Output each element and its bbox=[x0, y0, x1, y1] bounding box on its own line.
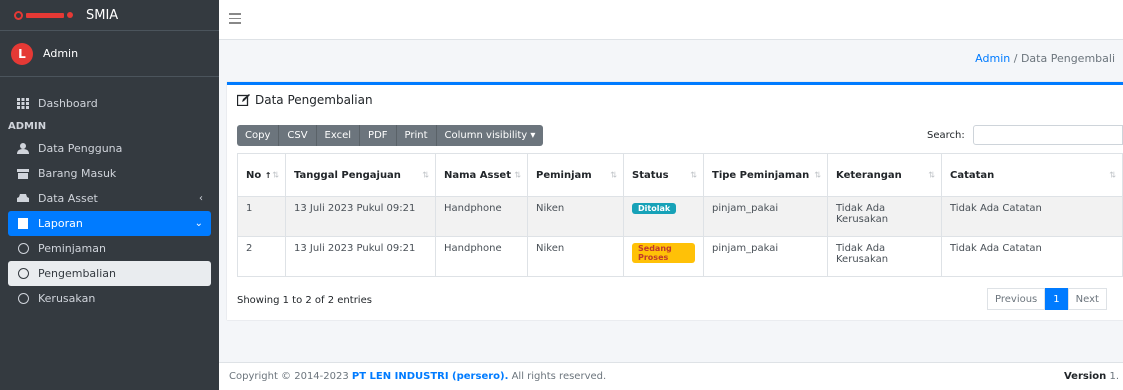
avatar: L bbox=[11, 42, 33, 65]
sidebar-item-data-asset[interactable]: Data Asset ‹ bbox=[8, 186, 211, 211]
column-header-keterangan[interactable]: Keterangan ⇅ bbox=[827, 153, 942, 197]
column-header-tipe[interactable]: Tipe Peminjaman ⇅ bbox=[703, 153, 828, 197]
cell-peminjam: Niken bbox=[527, 196, 624, 237]
sidebar-item-label: Data Asset bbox=[38, 192, 98, 205]
breadcrumb-current: Data Pengembali bbox=[1020, 52, 1115, 65]
table-row: 2 13 Juli 2023 Pukul 09:21 Handphone Nik… bbox=[237, 236, 1123, 277]
cell-nama-asset: Handphone bbox=[435, 196, 528, 237]
status-badge: Sedang Proses bbox=[632, 243, 695, 263]
circle-icon bbox=[16, 243, 30, 255]
sidebar-item-laporan[interactable]: Laporan ⌄ bbox=[8, 211, 211, 236]
car-icon bbox=[16, 193, 30, 205]
breadcrumb-separator: / bbox=[1013, 52, 1018, 65]
column-header-no[interactable]: No ↑ ⇅ bbox=[237, 153, 286, 197]
pagination: Previous 1 Next bbox=[987, 288, 1107, 310]
inbox-icon bbox=[16, 168, 30, 180]
sidebar-item-label: Data Pengguna bbox=[38, 142, 123, 155]
sidebar-item-label: Dashboard bbox=[38, 97, 98, 110]
circle-icon bbox=[16, 268, 30, 280]
excel-button[interactable]: Excel bbox=[316, 125, 361, 146]
cell-status: Ditolak bbox=[623, 196, 704, 237]
cell-no: 2 bbox=[237, 236, 286, 277]
data-card: Data Pengembalian Copy CSV Excel PDF Pri… bbox=[227, 82, 1123, 320]
print-button[interactable]: Print bbox=[396, 125, 437, 146]
company-link[interactable]: PT LEN INDUSTRI (persero). bbox=[352, 371, 508, 382]
breadcrumb-home[interactable]: Admin bbox=[975, 52, 1010, 65]
sidebar-item-label: Barang Masuk bbox=[38, 167, 117, 180]
cell-catatan: Tidak Ada Catatan bbox=[941, 196, 1123, 237]
pdf-button[interactable]: PDF bbox=[360, 125, 397, 146]
export-button-group: Copy CSV Excel PDF Print Column visibili… bbox=[237, 125, 544, 146]
brand-name: SMIA bbox=[86, 7, 119, 23]
grid-icon bbox=[16, 98, 30, 110]
table-row: 1 13 Juli 2023 Pukul 09:21 Handphone Nik… bbox=[237, 196, 1123, 237]
search-input[interactable] bbox=[973, 125, 1123, 145]
cell-keterangan: Tidak Ada Kerusakan bbox=[827, 236, 942, 277]
copy-button[interactable]: Copy bbox=[237, 125, 280, 146]
data-table: No ↑ ⇅ Tanggal Pengajuan ⇅ Nama Asset ⇅ Pem… bbox=[237, 153, 1123, 277]
sidebar-item-dashboard[interactable]: Dashboard bbox=[8, 91, 211, 116]
cell-keterangan: Tidak Ada Kerusakan bbox=[827, 196, 942, 237]
cell-status: Sedang Proses bbox=[623, 236, 704, 277]
user-icon bbox=[16, 143, 30, 155]
file-icon bbox=[16, 218, 30, 230]
chevron-left-icon: ‹ bbox=[199, 193, 203, 204]
card-title-text: Data Pengembalian bbox=[255, 93, 373, 107]
next-page-button[interactable]: Next bbox=[1067, 288, 1107, 310]
top-navbar bbox=[219, 0, 1123, 40]
sidebar-item-label: Kerusakan bbox=[38, 292, 96, 305]
footer-copyright: Copyright © 2014-2023 PT LEN INDUSTRI (p… bbox=[229, 371, 607, 382]
edit-icon bbox=[236, 94, 250, 107]
sidebar-item-pengembalian[interactable]: Pengembalian bbox=[8, 261, 211, 286]
column-header-tanggal[interactable]: Tanggal Pengajuan ⇅ bbox=[285, 153, 436, 197]
sidebar-item-barang-masuk[interactable]: Barang Masuk bbox=[8, 161, 211, 186]
column-header-peminjam[interactable]: Peminjam ⇅ bbox=[527, 153, 624, 197]
column-header-nama-asset[interactable]: Nama Asset ⇅ bbox=[435, 153, 528, 197]
sidebar-item-label: Laporan bbox=[38, 217, 83, 230]
footer: Copyright © 2014-2023 PT LEN INDUSTRI (p… bbox=[219, 362, 1123, 390]
sidebar-header-admin: ADMIN bbox=[8, 120, 47, 132]
csv-button[interactable]: CSV bbox=[279, 125, 317, 146]
search-label: Search: bbox=[927, 130, 965, 141]
sidebar-item-kerusakan[interactable]: Kerusakan bbox=[8, 286, 211, 311]
sidebar-item-label: Pengembalian bbox=[38, 267, 116, 280]
brand-logo bbox=[14, 10, 84, 20]
cell-tipe: pinjam_pakai bbox=[703, 196, 828, 237]
cell-tipe: pinjam_pakai bbox=[703, 236, 828, 277]
card-title: Data Pengembalian bbox=[236, 93, 373, 107]
cell-catatan: Tidak Ada Catatan bbox=[941, 236, 1123, 277]
page-1-button[interactable]: 1 bbox=[1045, 288, 1068, 310]
brand[interactable]: SMIA bbox=[0, 0, 219, 31]
cell-tanggal: 13 Juli 2023 Pukul 09:21 bbox=[285, 196, 436, 237]
cell-peminjam: Niken bbox=[527, 236, 624, 277]
cell-tanggal: 13 Juli 2023 Pukul 09:21 bbox=[285, 236, 436, 277]
sidebar-item-label: Peminjaman bbox=[38, 242, 106, 255]
circle-icon bbox=[16, 293, 30, 305]
breadcrumb: Admin / Data Pengembali bbox=[975, 52, 1115, 65]
sidebar-item-data-pengguna[interactable]: Data Pengguna bbox=[8, 136, 211, 161]
footer-version: Version 1. bbox=[1063, 371, 1119, 382]
user-name: Admin bbox=[43, 47, 79, 60]
menu-toggle-icon[interactable] bbox=[229, 13, 241, 27]
chevron-down-icon: ⌄ bbox=[194, 218, 203, 229]
previous-page-button[interactable]: Previous bbox=[987, 288, 1046, 310]
column-header-catatan[interactable]: Catatan ⇅ bbox=[941, 153, 1123, 197]
column-visibility-button[interactable]: Column visibility ▾ bbox=[436, 125, 544, 146]
table-info: Showing 1 to 2 of 2 entries bbox=[237, 295, 372, 306]
cell-nama-asset: Handphone bbox=[435, 236, 528, 277]
sidebar: SMIA L Admin Dashboard ADMIN Data Penggu… bbox=[0, 0, 219, 390]
status-badge: Ditolak bbox=[632, 203, 677, 214]
cell-no: 1 bbox=[237, 196, 286, 237]
column-header-status[interactable]: Status ⇅ bbox=[623, 153, 704, 197]
user-panel[interactable]: L Admin bbox=[0, 31, 219, 77]
sidebar-nav: Dashboard ADMIN Data Pengguna Barang Mas… bbox=[0, 77, 219, 311]
sidebar-item-peminjaman[interactable]: Peminjaman bbox=[8, 236, 211, 261]
